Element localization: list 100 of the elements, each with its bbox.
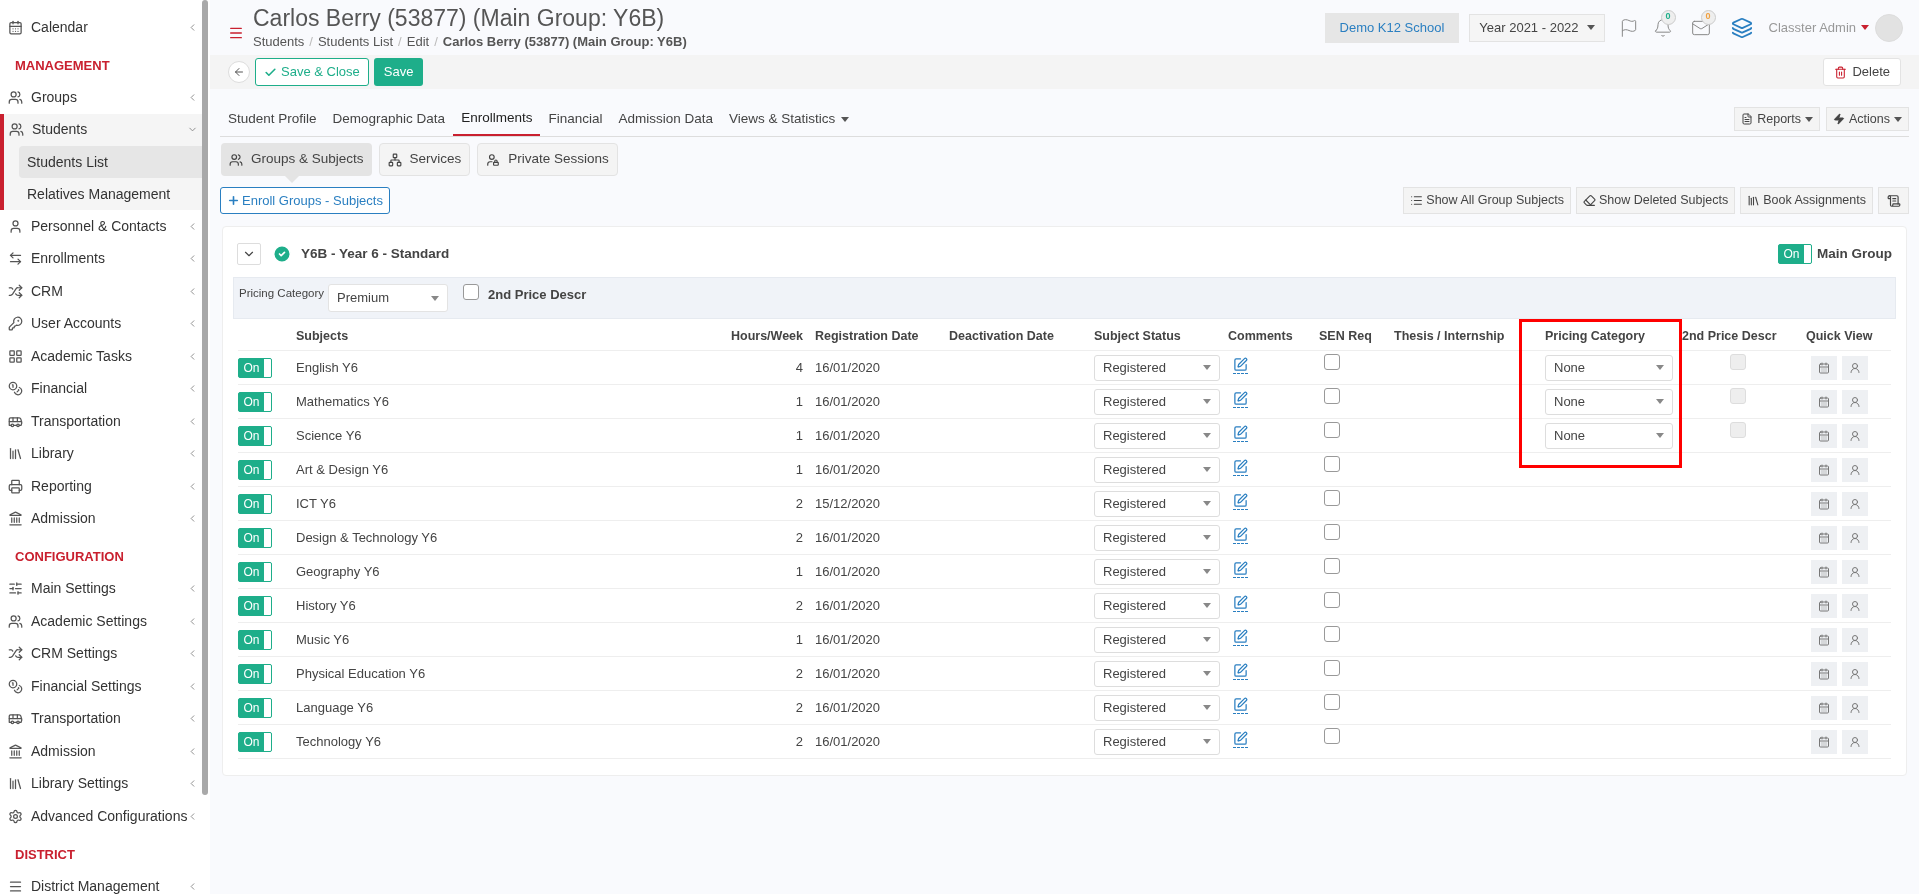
breadcrumb-link[interactable]: Edit <box>406 31 430 52</box>
scrollbar[interactable] <box>202 0 208 795</box>
calendar-button[interactable] <box>1811 457 1837 482</box>
bell-icon[interactable] <box>1652 17 1673 38</box>
pricing-dropdown[interactable]: None <box>1545 354 1673 381</box>
calendar-button[interactable] <box>1811 729 1837 754</box>
edit-link[interactable] <box>1233 527 1248 545</box>
person-button[interactable] <box>1842 525 1868 550</box>
calendar-button[interactable] <box>1811 593 1837 618</box>
edit-link[interactable] <box>1233 425 1248 443</box>
calendar-button[interactable] <box>1811 661 1837 686</box>
status-dropdown[interactable]: Registered <box>1094 728 1220 755</box>
sidebar-item[interactable]: Main Settings <box>0 572 203 605</box>
pricing-dropdown[interactable]: None <box>1545 422 1673 449</box>
edit-link[interactable] <box>1233 595 1248 613</box>
sidebar-item[interactable]: Library Settings <box>0 767 203 800</box>
calendar-button[interactable] <box>1811 355 1837 380</box>
checkbox[interactable] <box>1324 659 1340 676</box>
person-button[interactable] <box>1842 423 1868 448</box>
sidebar-item[interactable]: Academic Settings <box>0 605 203 638</box>
edit-link[interactable] <box>1233 357 1248 375</box>
layers-icon[interactable] <box>1730 16 1753 39</box>
person-button[interactable] <box>1842 695 1868 720</box>
sidebar-subitem[interactable]: Relatives Management <box>19 178 203 210</box>
calendar-button[interactable] <box>1811 423 1837 448</box>
status-dropdown[interactable]: Registered <box>1094 388 1220 415</box>
checkbox[interactable] <box>463 284 479 300</box>
tab[interactable]: Views & Statistics <box>721 102 858 136</box>
subtab[interactable]: Private Sessions <box>477 143 618 176</box>
edit-link[interactable] <box>1233 493 1248 511</box>
status-dropdown[interactable]: Registered <box>1094 490 1220 517</box>
sidebar-item[interactable]: District Management <box>0 870 203 894</box>
calendar-button[interactable] <box>1811 491 1837 516</box>
status-dropdown[interactable]: Registered <box>1094 626 1220 653</box>
list-action-button[interactable]: Show All Group Subjects <box>1403 187 1571 214</box>
subtab[interactable]: Groups & Subjects <box>221 143 372 176</box>
checkbox[interactable] <box>1324 353 1340 370</box>
tab[interactable]: Admission Data <box>610 102 721 136</box>
checkbox[interactable] <box>1324 625 1340 642</box>
checkbox[interactable] <box>1324 727 1340 744</box>
checkbox[interactable] <box>1324 455 1340 472</box>
person-button[interactable] <box>1842 661 1868 686</box>
edit-link[interactable] <box>1233 629 1248 647</box>
sidebar-item[interactable]: Reporting <box>0 470 203 503</box>
person-button[interactable] <box>1842 593 1868 618</box>
checkbox[interactable] <box>1324 557 1340 574</box>
sidebar-item[interactable]: Financial Settings <box>0 670 203 703</box>
checkbox[interactable] <box>1324 523 1340 540</box>
list-action-button[interactable]: Book Assignments <box>1740 187 1873 214</box>
status-dropdown[interactable]: Registered <box>1094 422 1220 449</box>
actions-button[interactable]: Actions <box>1826 107 1909 131</box>
sidebar-item[interactable]: Enrollments <box>0 242 203 275</box>
list-action-button[interactable]: Show Deleted Subjects <box>1575 187 1736 214</box>
status-dropdown[interactable]: Registered <box>1094 694 1220 721</box>
school-label[interactable]: Demo K12 School <box>1324 12 1460 43</box>
sidebar-item[interactable]: Academic Tasks <box>0 340 203 373</box>
sidebar-item[interactable]: Advanced Configurations <box>0 800 203 833</box>
person-button[interactable] <box>1842 559 1868 584</box>
subtab[interactable]: Services <box>378 143 471 176</box>
sidebar-item[interactable]: Students <box>4 113 203 146</box>
status-dropdown[interactable]: Registered <box>1094 354 1220 381</box>
sidebar-item[interactable]: CRM Settings <box>0 637 203 670</box>
tab[interactable]: Financial <box>540 102 611 136</box>
status-dropdown[interactable]: Registered <box>1094 456 1220 483</box>
person-button[interactable] <box>1842 457 1868 482</box>
person-button[interactable] <box>1842 491 1868 516</box>
sidebar-subitem[interactable]: Students List <box>19 146 203 178</box>
sidebar-item[interactable]: Calendar <box>0 11 203 44</box>
checkbox[interactable] <box>1324 693 1340 710</box>
pricing-dropdown[interactable]: None <box>1545 388 1673 415</box>
tab[interactable]: Demographic Data <box>324 102 454 136</box>
person-button[interactable] <box>1842 627 1868 652</box>
sidebar-item[interactable]: Financial <box>0 372 203 405</box>
sidebar-item[interactable]: Admission <box>0 502 203 535</box>
reports-button[interactable]: Reports <box>1734 107 1820 131</box>
breadcrumb-link[interactable]: Students <box>253 31 305 52</box>
edit-link[interactable] <box>1233 663 1248 681</box>
calendar-button[interactable] <box>1811 559 1837 584</box>
calendar-button[interactable] <box>1811 695 1837 720</box>
checkbox[interactable] <box>1324 387 1340 404</box>
status-dropdown[interactable]: Registered <box>1094 558 1220 585</box>
collapse-button[interactable] <box>237 243 261 265</box>
delete-button[interactable]: Delete <box>1823 58 1901 86</box>
sidebar-item[interactable]: Library <box>0 437 203 470</box>
pricing-select[interactable]: Premium <box>328 284 448 312</box>
person-button[interactable] <box>1842 729 1868 754</box>
edit-link[interactable] <box>1233 697 1248 715</box>
year-dropdown[interactable]: Year 2021 - 2022 <box>1469 13 1605 42</box>
calendar-button[interactable] <box>1811 389 1837 414</box>
status-dropdown[interactable]: Registered <box>1094 592 1220 619</box>
calendar-button[interactable] <box>1811 525 1837 550</box>
person-button[interactable] <box>1842 355 1868 380</box>
status-dropdown[interactable]: Registered <box>1094 524 1220 551</box>
checkbox[interactable] <box>1324 591 1340 608</box>
sidebar-item[interactable]: Transportation <box>0 702 203 735</box>
status-dropdown[interactable]: Registered <box>1094 660 1220 687</box>
sidebar-item[interactable]: Transportation <box>0 405 203 438</box>
sidebar-item[interactable]: Admission <box>0 735 203 768</box>
calendar-button[interactable] <box>1811 627 1837 652</box>
sidebar-item[interactable]: CRM <box>0 275 203 308</box>
